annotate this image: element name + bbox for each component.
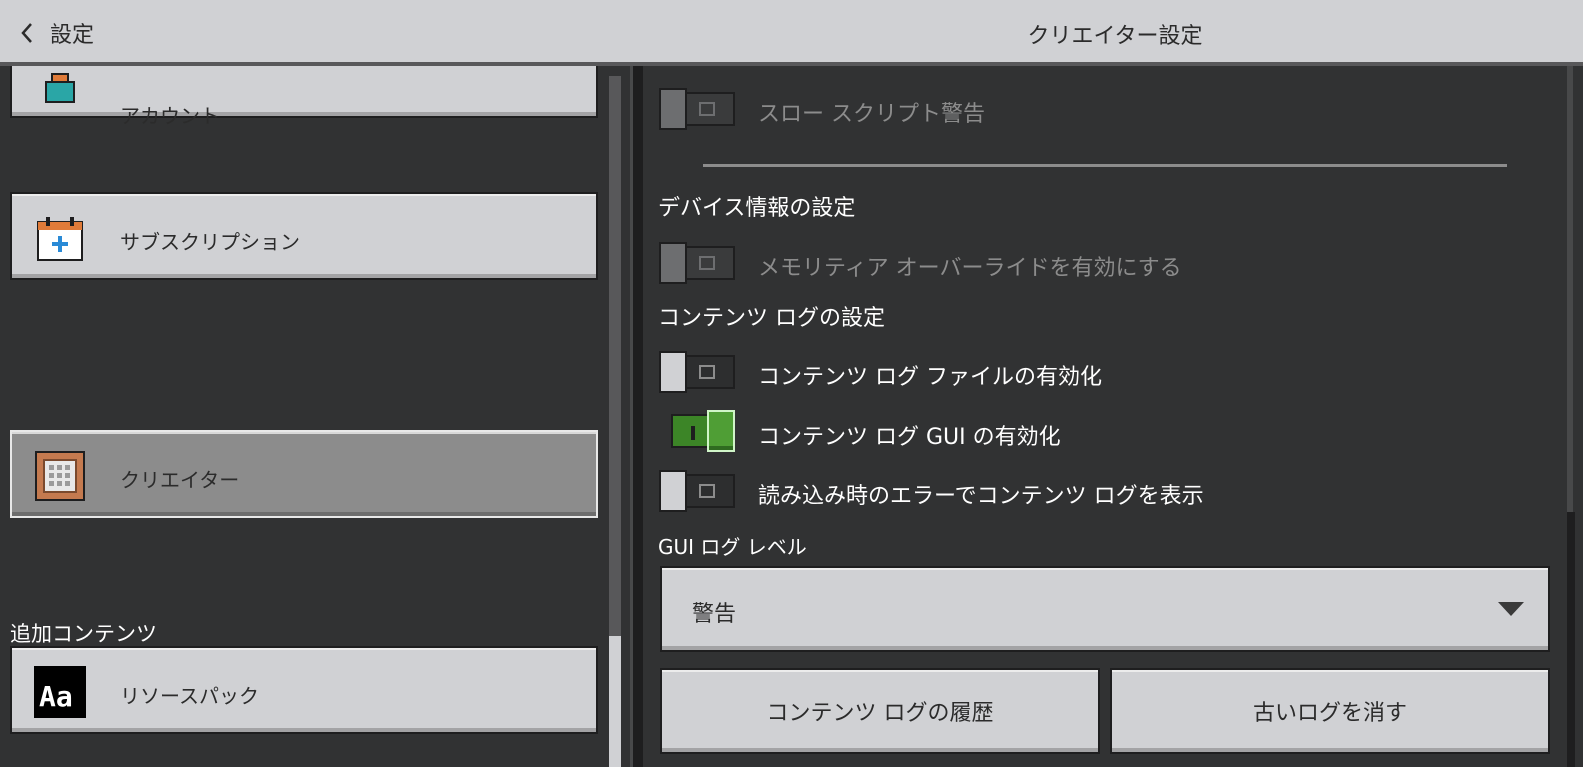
memory-tier-override-label: メモリティア オーバーライドを有効にする [758,256,1182,281]
content-log-file-label: コンテンツ ログ ファイルの有効化 [758,365,1102,390]
sidebar: アカウント サブスクリプション クリエイター 追加コンテンツ Aa リソースパッ… [0,66,633,767]
section-divider [703,164,1507,167]
gui-log-level-label: GUI ログ レベル [658,535,807,559]
content-log-history-button[interactable]: コンテンツ ログの履歴 [660,668,1100,754]
page-title: クリエイター設定 [1027,24,1203,49]
slow-script-warning-label: スロー スクリプト警告 [758,102,985,127]
gui-log-level-value: 警告 [692,602,737,627]
back-label: 設定 [50,23,95,48]
panel-divider [633,66,643,767]
subscription-calendar-icon [34,212,86,264]
sidebar-item-resource-packs[interactable]: Aa リソースパック [10,646,598,734]
back-button[interactable]: 設定 [14,14,94,52]
top-bar: 設定 クリエイター設定 [0,0,1583,66]
chevron-left-icon [14,20,40,46]
resource-pack-icon: Aa [34,666,86,718]
sidebar-item-label: クリエイター [120,468,240,492]
clear-old-logs-button[interactable]: 古いログを消す [1110,668,1550,754]
sidebar-scrollbar-thumb[interactable] [609,636,621,767]
sidebar-item-creator[interactable]: クリエイター [10,430,598,518]
sidebar-item-label: サブスクリプション [120,230,300,254]
sidebar-item-label: リソースパック [120,684,259,708]
sidebar-item-label: アカウント [120,104,220,128]
show-errors-on-load-label: 読み込み時のエラーでコンテンツ ログを表示 [758,484,1204,509]
chevron-down-icon [1498,602,1524,618]
memory-tier-override-toggle[interactable] [659,242,735,284]
content-log-gui-label: コンテンツ ログ GUI の有効化 [758,425,1061,450]
content-log-gui-toggle[interactable] [659,410,735,452]
sidebar-item-account[interactable]: アカウント [10,66,598,128]
account-icon [34,66,86,114]
content-log-file-toggle[interactable] [659,351,735,393]
svg-text:Aa: Aa [39,680,73,713]
creator-settings-panel: スロー スクリプト警告 デバイス情報の設定 メモリティア オーバーライドを有効に… [643,66,1583,767]
show-errors-on-load-toggle[interactable] [659,470,735,512]
gui-log-level-dropdown[interactable]: 警告 [660,566,1550,652]
slow-script-warning-toggle[interactable] [659,88,735,130]
device-info-heading: デバイス情報の設定 [658,196,856,221]
settings-scrollbar-thumb[interactable] [1567,512,1575,767]
section-label-addons: 追加コンテンツ [10,622,157,646]
content-log-heading: コンテンツ ログの設定 [658,306,885,331]
command-block-icon [34,450,86,502]
sidebar-item-subscription[interactable]: サブスクリプション [10,192,598,280]
